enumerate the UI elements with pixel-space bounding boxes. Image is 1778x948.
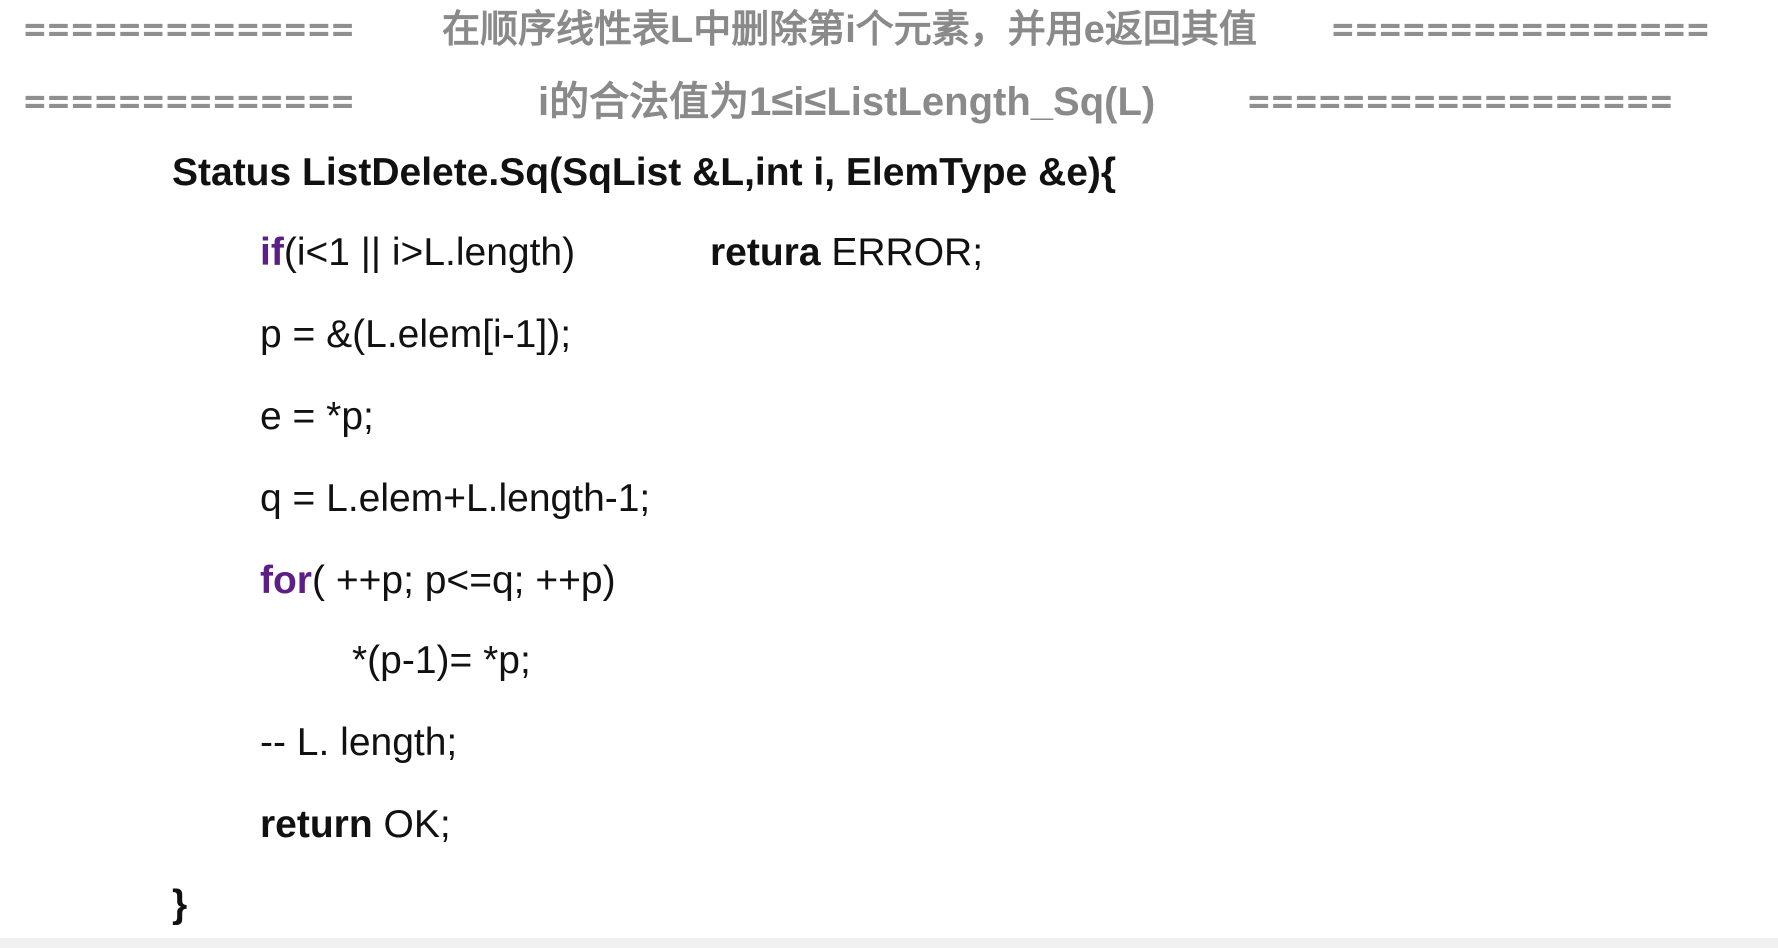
closing-brace: } (172, 883, 188, 926)
slide: ============== 在顺序线性表L中删除第i个元素，并用e返回其值 =… (0, 0, 1778, 948)
retura-value: ERROR; (820, 231, 984, 274)
if-condition: (i<1 || i>L.length) (283, 231, 576, 274)
code-line-q: q = L.elem+L.length-1; (260, 477, 651, 520)
code-line-if: if(i<1 || i>L.length) (260, 228, 575, 278)
retura-keyword: retura (710, 231, 821, 274)
code-line-retura: retura ERROR; (710, 228, 983, 278)
code-line-p: p = &(L.elem[i-1]); (260, 313, 572, 356)
return-keyword: return (260, 803, 373, 846)
function-signature: Status ListDelete.Sq(SqList &L,int i, El… (172, 151, 1117, 194)
return-value: OK; (372, 803, 451, 846)
bottom-strip (0, 938, 1778, 948)
for-clause: ( ++p; p<=q; ++p) (312, 559, 616, 602)
code-line-decrement: -- L. length; (260, 721, 458, 764)
code-line-e: e = *p; (260, 395, 374, 438)
code-line-return: return OK; (260, 800, 451, 850)
code-line-for: for( ++p; p<=q; ++p) (260, 556, 616, 606)
for-keyword: for (260, 559, 312, 602)
if-keyword: if (260, 231, 284, 274)
code-line-loop-body: *(p-1)= *p; (352, 639, 531, 682)
code-block: Status ListDelete.Sq(SqList &L,int i, El… (0, 0, 1778, 948)
